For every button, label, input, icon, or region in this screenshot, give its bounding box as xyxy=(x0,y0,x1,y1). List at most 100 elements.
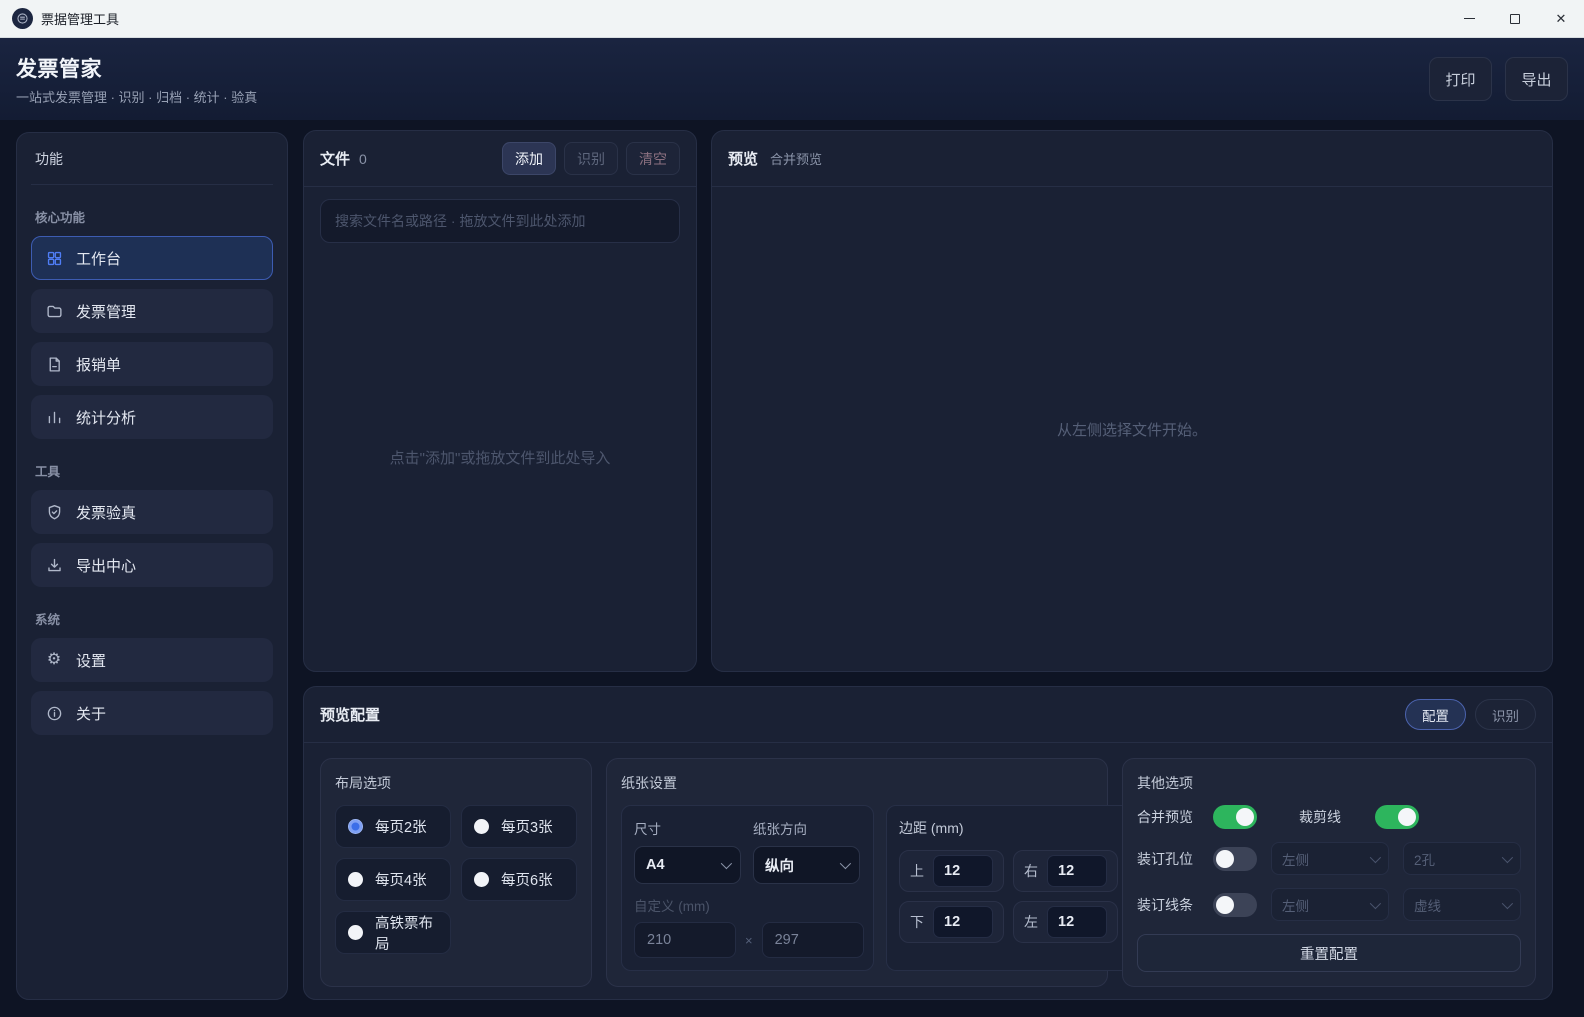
layout-option-2-per-page[interactable]: 每页2张 xyxy=(335,805,451,848)
layout-option-label: 每页2张 xyxy=(375,816,427,837)
chevron-down-icon xyxy=(1370,897,1381,908)
preview-panel-title: 预览 xyxy=(728,148,758,169)
paper-size-box: 尺寸 纸张方向 A4 纵向 自定义 (mm) xyxy=(621,805,874,971)
folder-icon xyxy=(45,302,63,320)
sidebar-item-settings[interactable]: ⚙ 设置 xyxy=(31,638,273,682)
paper-size-value: A4 xyxy=(646,857,665,873)
margin-right-input[interactable] xyxy=(1047,855,1107,887)
custom-height-input[interactable] xyxy=(762,922,864,958)
binding-holes-side-select[interactable]: 左侧 xyxy=(1271,842,1389,875)
chevron-down-icon xyxy=(840,858,851,869)
chevron-down-icon xyxy=(721,858,732,869)
add-files-button[interactable]: 添加 xyxy=(502,142,556,175)
files-dropzone[interactable]: 点击"添加"或拖放文件到此处导入 xyxy=(304,243,696,671)
sidebar-item-export-center[interactable]: 导出中心 xyxy=(31,543,273,587)
reset-config-button[interactable]: 重置配置 xyxy=(1137,934,1521,972)
sidebar-section-core: 核心功能 xyxy=(35,207,269,226)
binding-line-type-value: 虚线 xyxy=(1414,895,1441,915)
margins-box: 边距 (mm) 上 右 下 xyxy=(886,805,1131,971)
files-empty-text: 点击"添加"或拖放文件到此处导入 xyxy=(390,447,611,468)
sidebar-item-label: 发票验真 xyxy=(76,502,136,523)
window-title: 票据管理工具 xyxy=(41,9,119,28)
preview-panel: 预览 合并预览 从左侧选择文件开始。 xyxy=(711,130,1553,672)
binding-line-type-select[interactable]: 虚线 xyxy=(1403,888,1521,921)
orientation-select[interactable]: 纵向 xyxy=(753,846,860,884)
sidebar-item-label: 设置 xyxy=(76,650,106,671)
layout-option-3-per-page[interactable]: 每页3张 xyxy=(461,805,577,848)
close-icon: ✕ xyxy=(1556,11,1567,27)
download-icon xyxy=(45,556,63,574)
sidebar-item-workbench[interactable]: 工作台 xyxy=(31,236,273,280)
preview-mode-label: 合并预览 xyxy=(770,149,822,168)
radio-icon xyxy=(474,819,489,834)
margin-right-label: 右 xyxy=(1024,861,1038,881)
layout-option-6-per-page[interactable]: 每页6张 xyxy=(461,858,577,901)
orientation-value: 纵向 xyxy=(765,855,794,876)
binding-line-label: 装订线条 xyxy=(1137,895,1199,915)
margin-left-input[interactable] xyxy=(1047,906,1107,938)
crop-line-label: 裁剪线 xyxy=(1299,807,1361,827)
layout-option-label: 每页6张 xyxy=(501,869,553,890)
binding-holes-type-select[interactable]: 2孔 xyxy=(1403,842,1521,875)
merge-preview-label: 合并预览 xyxy=(1137,807,1199,827)
margin-top-input[interactable] xyxy=(933,855,993,887)
margin-bottom-input[interactable] xyxy=(933,906,993,938)
sidebar-item-label: 统计分析 xyxy=(76,407,136,428)
files-count: 0 xyxy=(359,151,367,167)
merge-preview-toggle[interactable] xyxy=(1213,805,1257,829)
maximize-icon xyxy=(1510,14,1520,24)
grid-icon xyxy=(45,249,63,267)
radio-icon xyxy=(474,872,489,887)
minimize-button[interactable] xyxy=(1446,0,1492,38)
toggle-knob xyxy=(1216,850,1234,868)
binding-holes-toggle[interactable] xyxy=(1213,847,1257,871)
layout-option-label: 高铁票布局 xyxy=(375,912,438,954)
multiply-sign: × xyxy=(745,933,753,948)
bar-chart-icon xyxy=(45,408,63,426)
config-panel: 预览配置 配置 识别 布局选项 每页2张 每页3张 每页4张 xyxy=(303,686,1553,1000)
sidebar-section-system: 系统 xyxy=(35,609,269,628)
margin-left-cell: 左 xyxy=(1013,901,1118,943)
print-button[interactable]: 打印 xyxy=(1429,57,1492,101)
binding-line-side-select[interactable]: 左侧 xyxy=(1271,888,1389,921)
files-panel-title: 文件 xyxy=(320,148,350,169)
layout-option-label: 每页4张 xyxy=(375,869,427,890)
sidebar-item-expense-report[interactable]: 报销单 xyxy=(31,342,273,386)
sidebar: 功能 核心功能 工作台 发票管理 报销单 统计分析 工具 发票验真 导 xyxy=(16,132,288,1000)
tab-recognize[interactable]: 识别 xyxy=(1475,699,1536,730)
radio-icon xyxy=(348,872,363,887)
layout-option-4-per-page[interactable]: 每页4张 xyxy=(335,858,451,901)
toggle-knob xyxy=(1216,896,1234,914)
tab-config[interactable]: 配置 xyxy=(1405,699,1466,730)
margin-top-cell: 上 xyxy=(899,850,1004,892)
margin-bottom-cell: 下 xyxy=(899,901,1004,943)
sidebar-item-invoice-management[interactable]: 发票管理 xyxy=(31,289,273,333)
margin-right-cell: 右 xyxy=(1013,850,1118,892)
chevron-down-icon xyxy=(1370,851,1381,862)
sidebar-item-about[interactable]: 关于 xyxy=(31,691,273,735)
sidebar-item-invoice-verify[interactable]: 发票验真 xyxy=(31,490,273,534)
crop-line-toggle[interactable] xyxy=(1375,805,1419,829)
layout-option-label: 每页3张 xyxy=(501,816,553,837)
sidebar-item-statistics[interactable]: 统计分析 xyxy=(31,395,273,439)
binding-line-toggle[interactable] xyxy=(1213,893,1257,917)
files-panel: 文件 0 添加 识别 清空 点击"添加"或拖放文件到此处导入 xyxy=(303,130,697,672)
margin-bottom-label: 下 xyxy=(910,912,924,932)
recognize-files-button[interactable]: 识别 xyxy=(564,142,618,175)
clear-files-button[interactable]: 清空 xyxy=(626,142,680,175)
radio-icon xyxy=(348,925,363,940)
other-options-title: 其他选项 xyxy=(1137,773,1521,793)
paper-settings-card: 纸张设置 尺寸 纸张方向 A4 纵向 xyxy=(606,758,1108,987)
file-search-input[interactable] xyxy=(320,199,680,243)
export-button[interactable]: 导出 xyxy=(1505,57,1568,101)
custom-size-label: 自定义 (mm) xyxy=(634,895,861,915)
custom-width-input[interactable] xyxy=(634,922,736,958)
maximize-button[interactable] xyxy=(1492,0,1538,38)
orientation-label: 纸张方向 xyxy=(753,818,860,838)
margin-top-label: 上 xyxy=(910,861,924,881)
other-options-card: 其他选项 合并预览 裁剪线 装订孔位 左侧 2孔 xyxy=(1122,758,1536,987)
layout-option-train-ticket[interactable]: 高铁票布局 xyxy=(335,911,451,954)
close-button[interactable]: ✕ xyxy=(1538,0,1584,38)
paper-size-select[interactable]: A4 xyxy=(634,846,741,884)
document-icon xyxy=(45,355,63,373)
